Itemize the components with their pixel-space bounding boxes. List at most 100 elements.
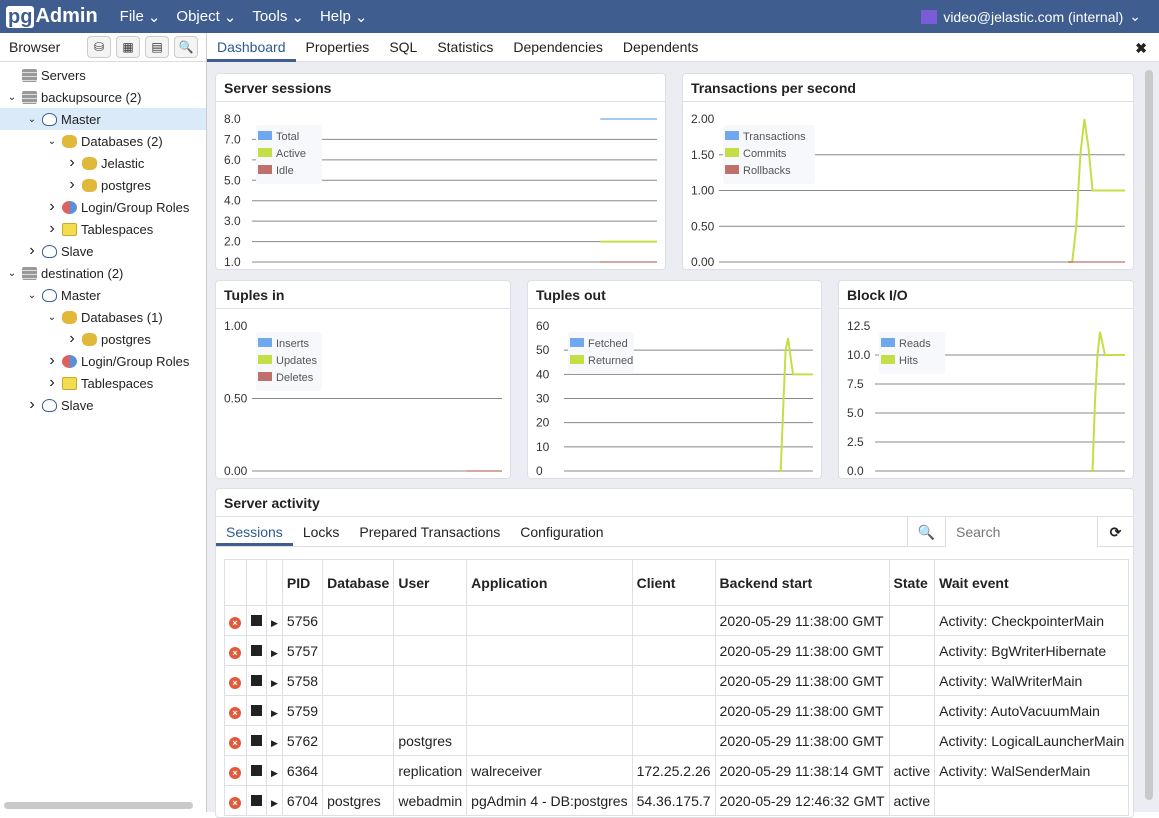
menu-object[interactable]: Object ⌄: [176, 8, 236, 26]
y-tick-label: 60: [536, 319, 550, 333]
chevron-right-icon[interactable]: ›: [46, 198, 58, 216]
table-cell: [322, 635, 395, 666]
tab-dependencies[interactable]: Dependencies: [503, 33, 613, 62]
chevron-right-icon[interactable]: ›: [26, 242, 38, 260]
menu-tools[interactable]: Tools ⌄: [252, 8, 304, 26]
tree-node[interactable]: ⌄ Master: [0, 284, 206, 306]
search-objects-button[interactable]: 🔍: [174, 36, 198, 58]
chevron-down-icon[interactable]: ⌄: [46, 136, 58, 147]
legend-swatch: [725, 148, 739, 157]
column-header[interactable]: Backend start: [714, 559, 890, 606]
terminate-session-icon[interactable]: ×: [229, 646, 241, 659]
chevron-down-icon[interactable]: ⌄: [46, 312, 58, 323]
tab-properties[interactable]: Properties: [296, 33, 380, 62]
tree-node[interactable]: › Slave: [0, 240, 206, 262]
chevron-right-icon[interactable]: ›: [66, 154, 78, 172]
legend-swatch: [258, 355, 272, 364]
servers-icon: [22, 68, 37, 82]
chevron-right-icon[interactable]: ›: [46, 374, 58, 392]
refresh-button[interactable]: ⟳: [1097, 517, 1133, 547]
menu-file[interactable]: File ⌄: [120, 8, 161, 26]
tree-node[interactable]: › Login/Group Roles: [0, 196, 206, 218]
tree-node[interactable]: › Tablespaces: [0, 218, 206, 240]
tree-node[interactable]: ⌄ Databases (2): [0, 130, 206, 152]
tab-dependents[interactable]: Dependents: [613, 33, 709, 62]
tab-dashboard[interactable]: Dashboard: [207, 33, 296, 62]
expand-row-icon[interactable]: ▶: [271, 678, 278, 688]
chevron-right-icon[interactable]: ›: [46, 220, 58, 238]
expand-row-icon[interactable]: ▶: [271, 708, 278, 718]
tree-node[interactable]: ⌄ backupsource (2): [0, 86, 206, 108]
table-cell: [466, 725, 633, 756]
tree-node[interactable]: ⌄ Master: [0, 108, 206, 130]
chevron-down-icon[interactable]: ⌄: [26, 290, 38, 301]
table-cell: [322, 695, 395, 726]
vertical-scrollbar[interactable]: [1145, 70, 1153, 800]
tree-node[interactable]: › Jelastic: [0, 152, 206, 174]
y-tick-label: 8.0: [224, 112, 241, 126]
column-header[interactable]: Client: [631, 559, 716, 606]
chevron-right-icon[interactable]: ›: [66, 330, 78, 348]
terminate-session-icon[interactable]: ×: [229, 766, 241, 779]
horizontal-scrollbar[interactable]: [4, 802, 193, 809]
chevron-down-icon[interactable]: ⌄: [6, 268, 18, 279]
chevron-right-icon[interactable]: ›: [26, 396, 38, 414]
filtered-rows-button[interactable]: ▤: [145, 36, 169, 58]
column-header[interactable]: Database: [322, 559, 395, 606]
legend-label: Total: [276, 131, 299, 143]
menu-help[interactable]: Help ⌄: [320, 8, 367, 26]
column-header[interactable]: Wait event: [934, 559, 1130, 606]
column-header[interactable]: State: [888, 559, 936, 606]
top-navbar: pg Admin File ⌄ Object ⌄ Tools ⌄ Help ⌄ video…: [0, 0, 1159, 33]
cancel-query-icon[interactable]: [251, 614, 262, 626]
expand-row-icon[interactable]: ▶: [271, 768, 278, 778]
expand-row-icon[interactable]: ▶: [271, 798, 278, 808]
terminate-session-icon[interactable]: ×: [229, 616, 241, 629]
terminate-session-icon[interactable]: ×: [229, 736, 241, 749]
legend-swatch: [258, 372, 272, 381]
cancel-query-icon[interactable]: [251, 794, 262, 806]
chevron-right-icon[interactable]: ›: [46, 352, 58, 370]
tab-configuration[interactable]: Configuration: [510, 517, 613, 546]
chevron-down-icon[interactable]: ⌄: [26, 114, 38, 125]
tree-node[interactable]: ⌄ Databases (1): [0, 306, 206, 328]
tab-sql[interactable]: SQL: [379, 33, 427, 62]
tab-sessions[interactable]: Sessions: [216, 517, 293, 546]
search-input[interactable]: [945, 517, 1097, 547]
expand-row-icon[interactable]: ▶: [271, 648, 278, 658]
terminate-session-icon[interactable]: ×: [229, 796, 241, 809]
legend-label: Commits: [743, 148, 787, 160]
tab-locks[interactable]: Locks: [293, 517, 350, 546]
cancel-query-icon[interactable]: [251, 734, 262, 746]
column-header[interactable]: Application: [466, 559, 633, 606]
tree-node[interactable]: › Tablespaces: [0, 372, 206, 394]
tree-node[interactable]: ⌄ destination (2): [0, 262, 206, 284]
query-tool-button[interactable]: ⛁: [87, 36, 111, 58]
tree-node[interactable]: › postgres: [0, 328, 206, 350]
column-header[interactable]: User: [393, 559, 468, 606]
tab-statistics[interactable]: Statistics: [427, 33, 503, 62]
cancel-query-icon[interactable]: [251, 764, 262, 776]
cancel-query-icon[interactable]: [251, 644, 262, 656]
cancel-query-icon[interactable]: [251, 674, 262, 686]
tree-node[interactable]: › Login/Group Roles: [0, 350, 206, 372]
table-row: × ▶ 6364 replication walreceiver 172.25.2.26 2…: [224, 755, 1130, 786]
user-menu[interactable]: video@jelastic.com (internal) ⌄: [921, 8, 1141, 25]
tree-node[interactable]: Servers: [0, 64, 206, 86]
terminate-session-icon[interactable]: ×: [229, 676, 241, 689]
table-cell: [888, 665, 936, 696]
table-cell: active: [888, 755, 936, 786]
expand-row-icon[interactable]: ▶: [271, 738, 278, 748]
expand-row-icon[interactable]: ▶: [271, 618, 278, 628]
chevron-right-icon[interactable]: ›: [66, 176, 78, 194]
chevron-down-icon[interactable]: ⌄: [6, 92, 18, 103]
column-header[interactable]: PID: [281, 559, 324, 606]
tree-node[interactable]: › Slave: [0, 394, 206, 416]
y-tick-label: 50: [536, 343, 550, 357]
cancel-query-icon[interactable]: [251, 704, 262, 716]
terminate-session-icon[interactable]: ×: [229, 706, 241, 719]
tab-prepared-transactions[interactable]: Prepared Transactions: [349, 517, 510, 546]
close-icon[interactable]: ✖: [1135, 40, 1147, 57]
tree-node[interactable]: › postgres: [0, 174, 206, 196]
view-data-button[interactable]: ▦: [116, 36, 140, 58]
